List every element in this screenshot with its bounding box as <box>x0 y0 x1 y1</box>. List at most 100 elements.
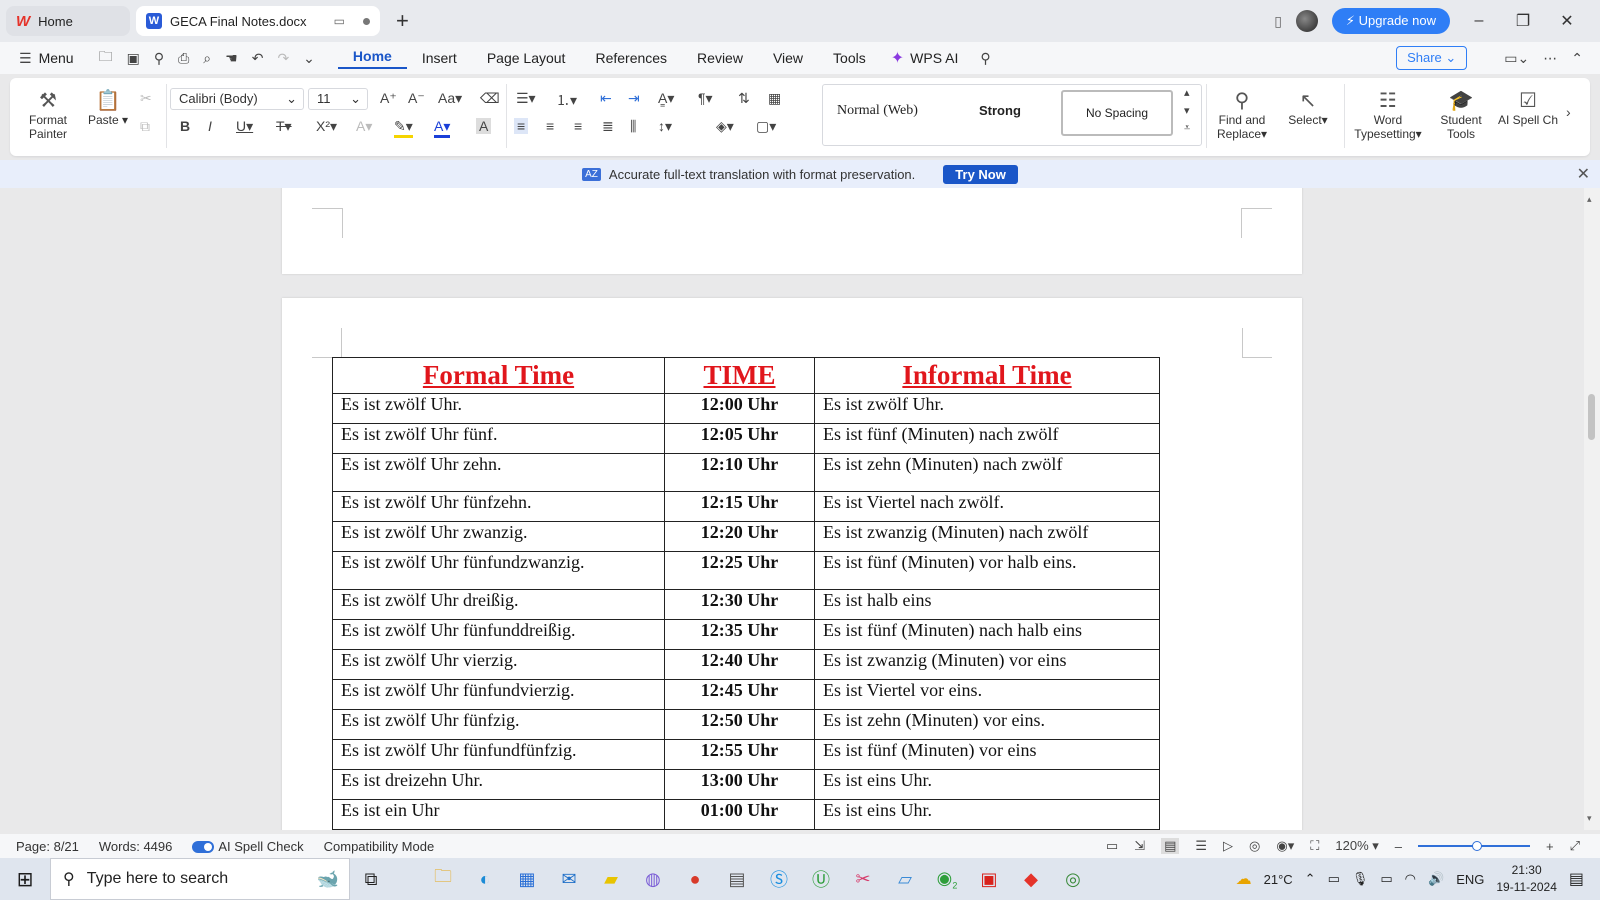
calculator-icon[interactable]: ▤ <box>716 869 758 890</box>
clear-format-icon[interactable]: ⌫ <box>480 90 500 107</box>
zoom-slider[interactable] <box>1418 841 1530 851</box>
word-typesetting-button[interactable]: ☷ Word Typesetting▾ <box>1350 88 1426 141</box>
cell-informal[interactable]: Es ist eins Uhr. <box>814 769 1160 800</box>
cell-informal[interactable]: Es ist fünf (Minuten) nach zwölf <box>814 423 1160 454</box>
cell-time[interactable]: 12:35 Uhr <box>664 619 815 650</box>
cell-informal[interactable]: Es ist zwölf Uhr. <box>814 393 1160 424</box>
cell-time[interactable]: 13:00 Uhr <box>664 769 815 800</box>
protect-icon[interactable]: ▭ <box>1106 838 1118 854</box>
battery-icon[interactable]: ▭ <box>1380 871 1392 887</box>
cell-informal[interactable]: Es ist Viertel vor eins. <box>814 679 1160 710</box>
upgrade-button[interactable]: ⚡ Upgrade now <box>1331 8 1450 34</box>
weather-temp[interactable]: 21°C <box>1264 872 1293 887</box>
increase-indent-icon[interactable]: ⇥ <box>628 90 640 107</box>
tab-page-layout[interactable]: Page Layout <box>472 50 581 66</box>
numbering-icon[interactable]: ⒈▾ <box>556 90 577 110</box>
cell-informal[interactable]: Es ist fünf (Minuten) nach halb eins <box>814 619 1160 650</box>
cell-informal[interactable]: Es ist fünf (Minuten) vor eins <box>814 739 1160 770</box>
print-preview-icon[interactable]: ⌕ <box>196 50 218 67</box>
upwork-icon[interactable]: Ⓤ <box>800 866 842 892</box>
format-brush-icon[interactable]: ⚲ <box>147 50 171 67</box>
more-quick-icon[interactable]: ⌄ <box>296 50 322 67</box>
avatar[interactable] <box>1295 10 1318 32</box>
cell-time[interactable]: 12:20 Uhr <box>664 521 815 552</box>
cell-formal[interactable]: Es ist zwölf Uhr zwanzig. <box>332 521 665 552</box>
ai-spell-check-button[interactable]: ☑ AI Spell Ch <box>1494 88 1562 127</box>
fullscreen-icon[interactable]: ⤢ <box>1570 838 1580 854</box>
cell-formal[interactable]: Es ist zwölf Uhr zehn. <box>332 453 665 492</box>
line-spacing-icon[interactable]: ↕▾ <box>658 118 672 135</box>
borders-icon[interactable]: ▢▾ <box>756 118 776 135</box>
align-center-icon[interactable]: ≡ <box>546 118 554 134</box>
print-icon[interactable]: ⎙ <box>171 50 196 67</box>
wps-icon[interactable]: ◆ <box>1010 869 1052 890</box>
change-case-icon[interactable]: Aa▾ <box>438 90 462 107</box>
weather-icon[interactable]: ☁ <box>1236 869 1252 889</box>
zoom-level[interactable]: 120% ▾ <box>1335 838 1378 854</box>
notepad-icon[interactable]: ▱ <box>884 869 926 890</box>
cell-time[interactable]: 12:40 Uhr <box>664 649 815 680</box>
style-expand-icon[interactable]: ⩡ <box>1184 122 1190 135</box>
hand-icon[interactable]: ☚ <box>218 50 245 67</box>
file-explorer-icon[interactable]: 🗀 <box>422 864 464 894</box>
search-icon[interactable]: ⚲ <box>973 50 997 67</box>
cell-informal[interactable]: Es ist fünf (Minuten) vor halb eins. <box>814 551 1160 590</box>
open-folder-icon[interactable]: 🗀 <box>92 46 120 70</box>
share-button[interactable]: Share ⌄ <box>1396 46 1468 70</box>
chrome-icon[interactable]: ◎ <box>1052 869 1094 890</box>
cell-time[interactable]: 12:30 Uhr <box>664 589 815 620</box>
cell-formal[interactable]: Es ist zwölf Uhr fünfundfünfzig. <box>332 739 665 770</box>
cell-formal[interactable]: Es ist zwölf Uhr fünf. <box>332 423 665 454</box>
table-grid-icon[interactable]: ▦ <box>768 90 781 107</box>
page-view-icon[interactable]: ▤ <box>1161 838 1180 854</box>
copy-icon[interactable]: ⧉ <box>140 118 150 135</box>
cell-time[interactable]: 12:45 Uhr <box>664 679 815 710</box>
char-shading-icon[interactable]: A <box>476 118 492 134</box>
page-indicator[interactable]: Page: 8/21 <box>16 839 79 854</box>
cell-informal[interactable]: Es ist halb eins <box>814 589 1160 620</box>
pdf-icon[interactable]: ▣ <box>968 869 1010 890</box>
student-tools-button[interactable]: 🎓 Student Tools <box>1432 88 1490 141</box>
skype-icon[interactable]: Ⓢ <box>758 866 800 892</box>
cell-formal[interactable]: Es ist zwölf Uhr dreißig. <box>332 589 665 620</box>
try-now-button[interactable]: Try Now <box>943 164 1018 184</box>
cell-formal[interactable]: Es ist zwölf Uhr vierzig. <box>332 649 665 680</box>
style-scroll-up-icon[interactable]: ▴ <box>1184 86 1190 99</box>
cell-informal[interactable]: Es ist Viertel nach zwölf. <box>814 491 1160 522</box>
tab-review[interactable]: Review <box>682 50 758 66</box>
reading-mode-icon[interactable]: ▯ <box>1274 13 1282 30</box>
strikethrough-icon[interactable]: T▾ <box>276 118 292 135</box>
ai-spell-toggle[interactable]: AI Spell Check <box>192 839 304 854</box>
superscript-icon[interactable]: X²▾ <box>316 118 337 135</box>
scroll-thumb[interactable] <box>1588 394 1595 440</box>
align-right-icon[interactable]: ≡ <box>574 118 582 134</box>
wps-ai-button[interactable]: WPS AI <box>904 50 973 66</box>
paste-button[interactable]: 📋 Paste ▾ <box>84 88 132 127</box>
wifi-icon[interactable]: ◠ <box>1405 871 1416 887</box>
font-size-select[interactable]: 11 ⌄ <box>308 88 368 110</box>
shading-icon[interactable]: ◈▾ <box>716 118 734 135</box>
decrease-indent-icon[interactable]: ⇤ <box>600 90 612 107</box>
tab-insert[interactable]: Insert <box>407 50 472 66</box>
cell-informal[interactable]: Es ist zehn (Minuten) vor eins. <box>814 709 1160 740</box>
text-effect-icon[interactable]: A▾ <box>356 118 372 135</box>
tab-home[interactable]: W Home <box>6 6 130 36</box>
save-icon[interactable]: ▣ <box>120 50 147 67</box>
style-no-spacing[interactable]: No Spacing <box>1061 90 1173 136</box>
cell-time[interactable]: 12:25 Uhr <box>664 551 815 590</box>
align-left-icon[interactable]: ≡ <box>514 118 529 134</box>
snipping-icon[interactable]: ✂ <box>842 869 884 890</box>
highlight-icon[interactable]: ✎▾ <box>394 118 413 138</box>
collapse-ribbon-icon[interactable]: ⌃ <box>1564 50 1590 67</box>
toggle-switch[interactable] <box>192 841 215 854</box>
cut-icon[interactable]: ✂ <box>140 90 152 107</box>
cell-informal[interactable]: Es ist zwanzig (Minuten) vor eins <box>814 649 1160 680</box>
outline-view-icon[interactable]: ☰ <box>1195 838 1207 854</box>
font-name-select[interactable]: Calibri (Body) ⌄ <box>170 88 304 110</box>
cell-time[interactable]: 12:55 Uhr <box>664 739 815 770</box>
cell-informal[interactable]: Es ist zwanzig (Minuten) nach zwölf <box>814 521 1160 552</box>
scroll-up-icon[interactable]: ▴ <box>1587 194 1592 205</box>
tab-document[interactable]: W GECA Final Notes.docx ▭ <box>136 6 380 36</box>
mail-icon[interactable]: ✉ <box>548 869 590 890</box>
bold-icon[interactable]: B <box>180 118 190 134</box>
